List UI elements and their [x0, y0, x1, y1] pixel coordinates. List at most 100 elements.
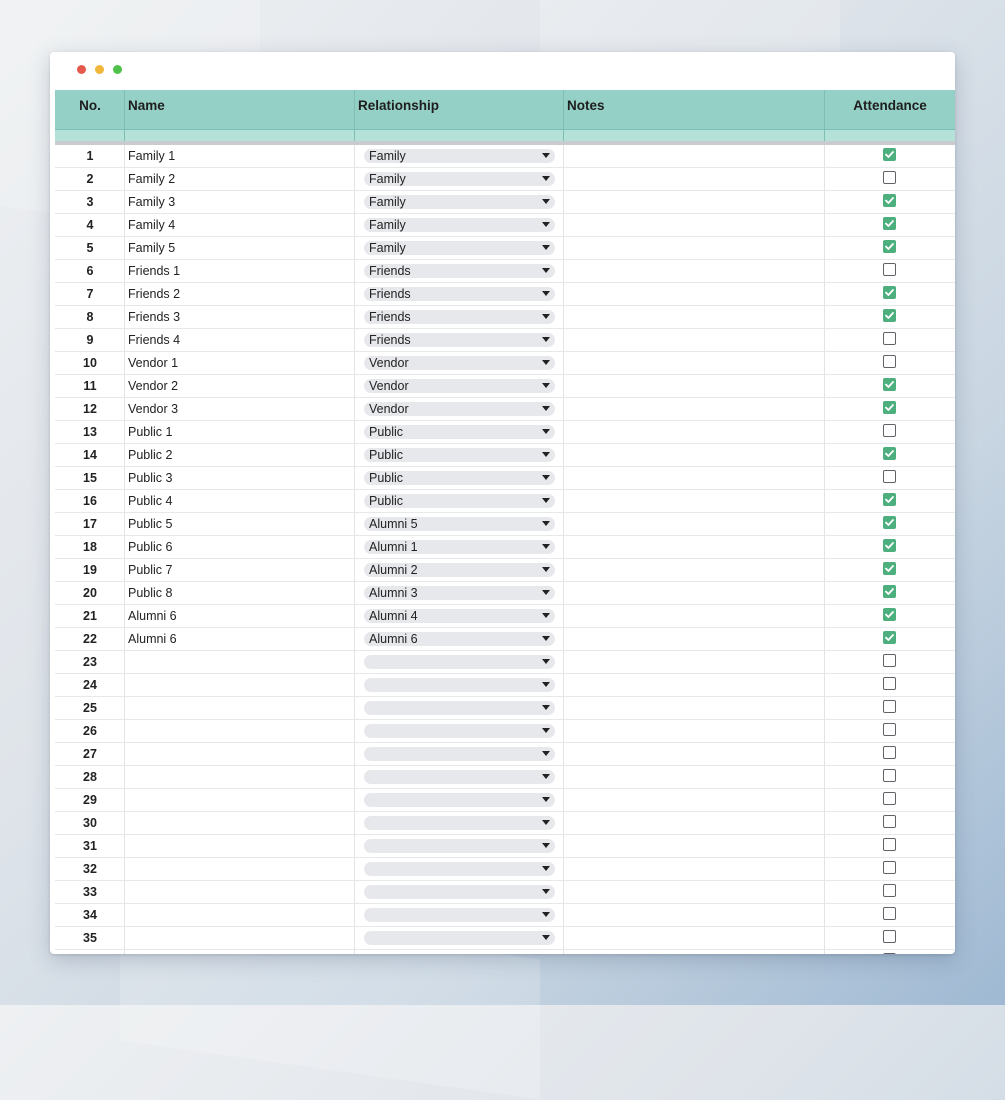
name-cell[interactable]: Public 2	[128, 444, 353, 466]
notes-cell[interactable]	[567, 444, 822, 466]
relationship-dropdown[interactable]	[364, 908, 555, 922]
attendance-checkbox[interactable]	[883, 401, 896, 414]
attendance-checkbox[interactable]	[883, 930, 896, 943]
name-cell[interactable]	[128, 881, 353, 903]
relationship-dropdown[interactable]: Alumni 5	[364, 517, 555, 531]
name-cell[interactable]: Alumni 6	[128, 628, 353, 650]
window-minimize-button[interactable]	[95, 65, 104, 74]
attendance-checkbox[interactable]	[883, 907, 896, 920]
name-cell[interactable]: Public 6	[128, 536, 353, 558]
relationship-dropdown[interactable]	[364, 701, 555, 715]
relationship-dropdown[interactable]: Friends	[364, 287, 555, 301]
relationship-dropdown[interactable]	[364, 885, 555, 899]
attendance-checkbox[interactable]	[883, 884, 896, 897]
notes-cell[interactable]	[567, 927, 822, 949]
name-cell[interactable]: Alumni 6	[128, 605, 353, 627]
relationship-dropdown[interactable]: Friends	[364, 333, 555, 347]
relationship-dropdown[interactable]: Public	[364, 471, 555, 485]
attendance-checkbox[interactable]	[883, 493, 896, 506]
name-cell[interactable]	[128, 950, 353, 954]
notes-cell[interactable]	[567, 812, 822, 834]
relationship-dropdown[interactable]	[364, 931, 555, 945]
notes-cell[interactable]	[567, 674, 822, 696]
notes-cell[interactable]	[567, 260, 822, 282]
relationship-dropdown[interactable]: Alumni 3	[364, 586, 555, 600]
attendance-checkbox[interactable]	[883, 769, 896, 782]
relationship-dropdown[interactable]	[364, 770, 555, 784]
relationship-dropdown[interactable]	[364, 839, 555, 853]
attendance-checkbox[interactable]	[883, 562, 896, 575]
relationship-dropdown[interactable]	[364, 816, 555, 830]
relationship-dropdown[interactable]: Friends	[364, 264, 555, 278]
notes-cell[interactable]	[567, 950, 822, 954]
attendance-checkbox[interactable]	[883, 194, 896, 207]
name-cell[interactable]	[128, 651, 353, 673]
relationship-dropdown[interactable]: Family	[364, 149, 555, 163]
notes-cell[interactable]	[567, 697, 822, 719]
notes-cell[interactable]	[567, 467, 822, 489]
name-cell[interactable]: Family 1	[128, 145, 353, 167]
name-cell[interactable]	[128, 789, 353, 811]
attendance-checkbox[interactable]	[883, 263, 896, 276]
notes-cell[interactable]	[567, 329, 822, 351]
notes-cell[interactable]	[567, 743, 822, 765]
name-cell[interactable]	[128, 812, 353, 834]
notes-cell[interactable]	[567, 421, 822, 443]
notes-cell[interactable]	[567, 651, 822, 673]
notes-cell[interactable]	[567, 214, 822, 236]
attendance-checkbox[interactable]	[883, 539, 896, 552]
notes-cell[interactable]	[567, 881, 822, 903]
name-cell[interactable]: Family 4	[128, 214, 353, 236]
attendance-checkbox[interactable]	[883, 585, 896, 598]
notes-cell[interactable]	[567, 398, 822, 420]
relationship-dropdown[interactable]	[364, 793, 555, 807]
attendance-checkbox[interactable]	[883, 332, 896, 345]
name-cell[interactable]: Public 5	[128, 513, 353, 535]
relationship-dropdown[interactable]	[364, 747, 555, 761]
name-cell[interactable]	[128, 720, 353, 742]
relationship-dropdown[interactable]: Vendor	[364, 379, 555, 393]
relationship-dropdown[interactable]: Public	[364, 494, 555, 508]
relationship-dropdown[interactable]: Family	[364, 241, 555, 255]
name-cell[interactable]: Public 1	[128, 421, 353, 443]
notes-cell[interactable]	[567, 168, 822, 190]
attendance-checkbox[interactable]	[883, 355, 896, 368]
notes-cell[interactable]	[567, 628, 822, 650]
attendance-checkbox[interactable]	[883, 309, 896, 322]
attendance-checkbox[interactable]	[883, 861, 896, 874]
attendance-checkbox[interactable]	[883, 654, 896, 667]
name-cell[interactable]	[128, 835, 353, 857]
attendance-checkbox[interactable]	[883, 378, 896, 391]
name-cell[interactable]: Vendor 1	[128, 352, 353, 374]
relationship-dropdown[interactable]: Family	[364, 172, 555, 186]
notes-cell[interactable]	[567, 237, 822, 259]
attendance-checkbox[interactable]	[883, 677, 896, 690]
notes-cell[interactable]	[567, 513, 822, 535]
attendance-checkbox[interactable]	[883, 286, 896, 299]
relationship-dropdown[interactable]: Vendor	[364, 356, 555, 370]
name-cell[interactable]	[128, 743, 353, 765]
name-cell[interactable]: Vendor 3	[128, 398, 353, 420]
attendance-checkbox[interactable]	[883, 148, 896, 161]
attendance-checkbox[interactable]	[883, 631, 896, 644]
notes-cell[interactable]	[567, 145, 822, 167]
name-cell[interactable]: Family 5	[128, 237, 353, 259]
window-maximize-button[interactable]	[113, 65, 122, 74]
notes-cell[interactable]	[567, 559, 822, 581]
relationship-dropdown[interactable]: Alumni 4	[364, 609, 555, 623]
name-cell[interactable]: Family 3	[128, 191, 353, 213]
name-cell[interactable]	[128, 674, 353, 696]
relationship-dropdown[interactable]	[364, 862, 555, 876]
relationship-dropdown[interactable]: Vendor	[364, 402, 555, 416]
relationship-dropdown[interactable]: Public	[364, 425, 555, 439]
name-cell[interactable]: Family 2	[128, 168, 353, 190]
relationship-dropdown[interactable]: Alumni 6	[364, 632, 555, 646]
notes-cell[interactable]	[567, 536, 822, 558]
name-cell[interactable]	[128, 904, 353, 926]
name-cell[interactable]	[128, 927, 353, 949]
notes-cell[interactable]	[567, 283, 822, 305]
name-cell[interactable]: Vendor 2	[128, 375, 353, 397]
name-cell[interactable]	[128, 766, 353, 788]
notes-cell[interactable]	[567, 858, 822, 880]
attendance-checkbox[interactable]	[883, 217, 896, 230]
